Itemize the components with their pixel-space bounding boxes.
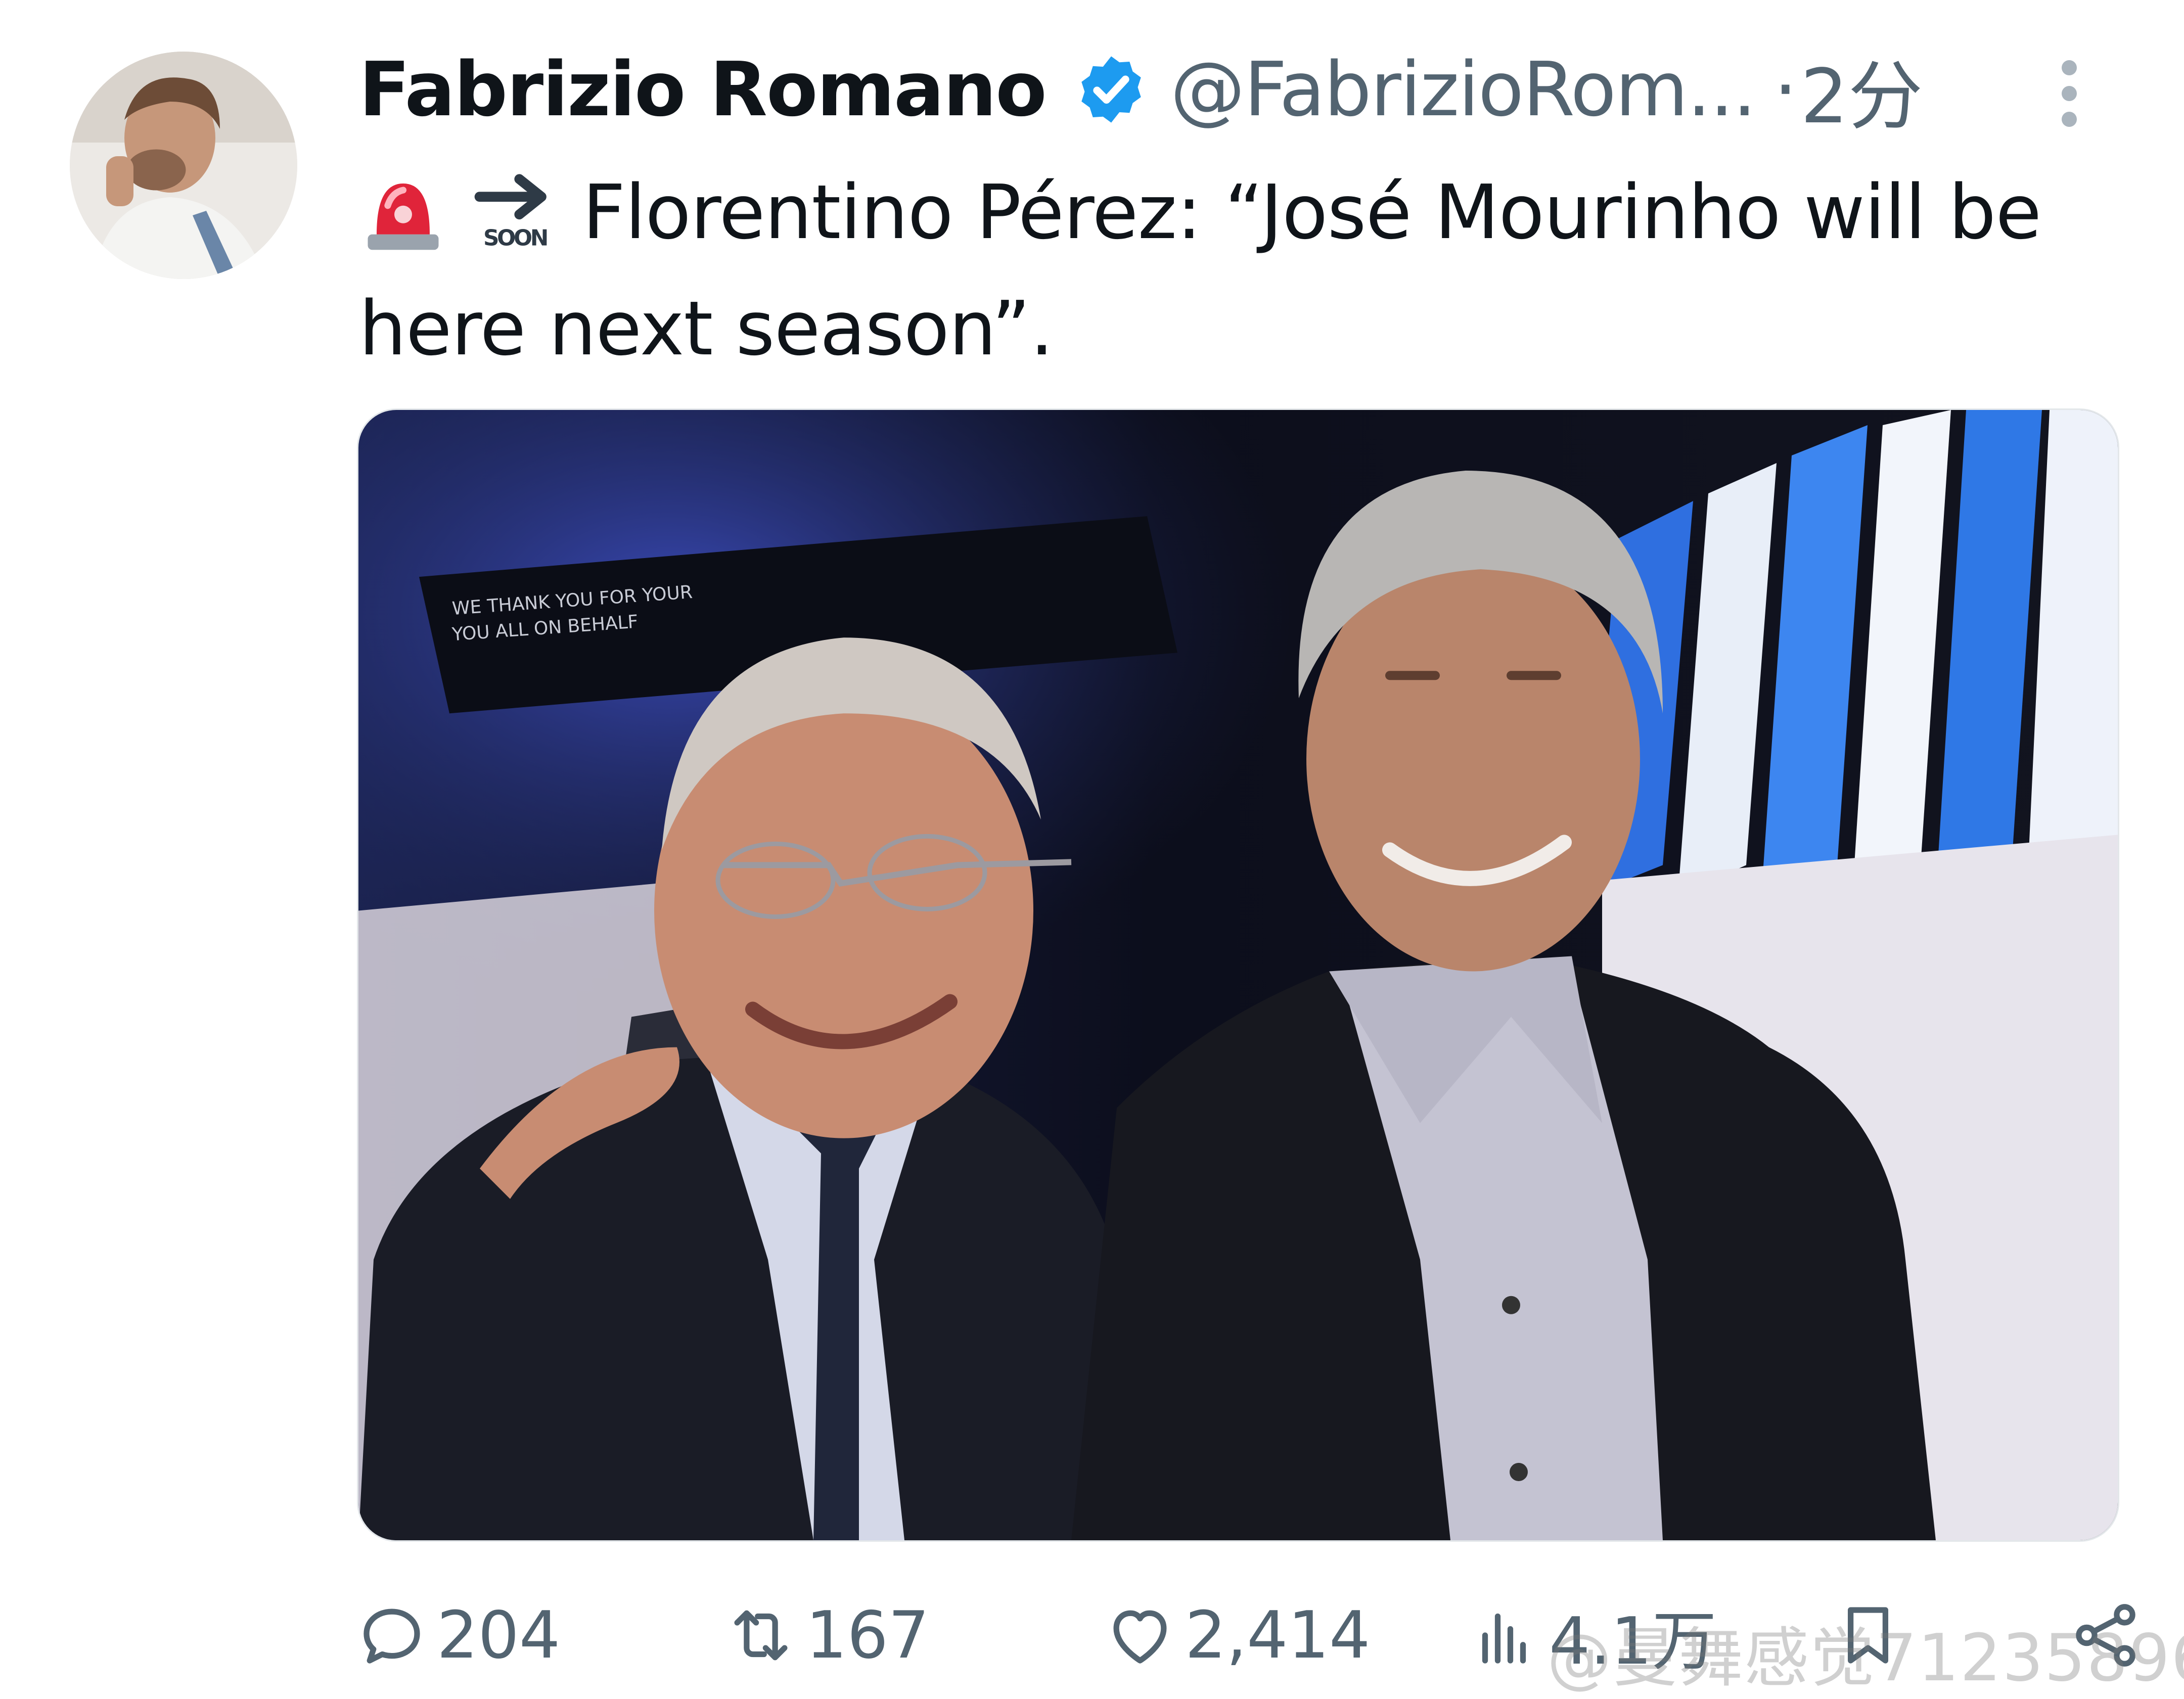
watermark-text: @曼舞感觉71235896 xyxy=(1547,1621,2184,1696)
like-button[interactable]: 2,414 xyxy=(1102,1592,1370,1678)
reply-icon xyxy=(363,1609,420,1664)
separator-dot: · xyxy=(1773,46,1798,133)
soon-label: SOON xyxy=(483,225,547,251)
siren-emoji-icon xyxy=(368,183,439,250)
tweet-header: Fabrizio Romano @FabrizioRom... · 2分 xyxy=(359,46,1923,140)
tweet-text-container: SOON Florentino Pérez: “José Mourinho wi… xyxy=(359,154,2159,387)
verified-badge-icon[interactable] xyxy=(1073,52,1149,127)
heart-icon xyxy=(1113,1610,1167,1664)
timestamp[interactable]: 2分 xyxy=(1800,35,1923,144)
repost-count: 167 xyxy=(806,1597,930,1673)
reply-button[interactable]: 204 xyxy=(354,1592,560,1678)
photo-image: WE THANK YOU FOR YOUR YOU ALL ON BEHALF xyxy=(358,410,2118,1540)
tweet-card[interactable]: Fabrizio Romano @FabrizioRom... · 2分 SOO… xyxy=(0,0,2184,1696)
display-name[interactable]: Fabrizio Romano xyxy=(359,46,1047,133)
views-chart-icon xyxy=(1482,1613,1526,1664)
like-count: 2,414 xyxy=(1185,1597,1371,1673)
repost-button[interactable]: 167 xyxy=(723,1592,929,1678)
avatar[interactable] xyxy=(70,52,297,279)
author-handle[interactable]: @FabrizioRom... xyxy=(1170,46,1757,133)
more-options-icon[interactable] xyxy=(2046,56,2092,131)
avatar-image xyxy=(70,52,297,279)
soon-arrow-icon: SOON xyxy=(474,174,549,251)
tweet-text: Florentino Pérez: “José Mourinho will be… xyxy=(359,169,2041,372)
tweet-photo[interactable]: WE THANK YOU FOR YOUR YOU ALL ON BEHALF xyxy=(357,408,2119,1542)
repost-icon xyxy=(734,1610,788,1661)
reply-count: 204 xyxy=(437,1597,561,1673)
